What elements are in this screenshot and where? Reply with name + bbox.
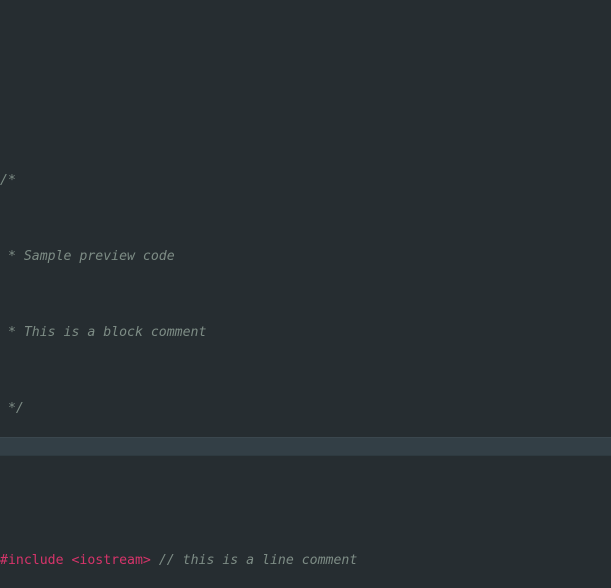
line-comment-text: // this is a line comment	[158, 553, 358, 568]
code-line[interactable]: /*	[0, 171, 611, 190]
block-comment-open: /*	[0, 173, 16, 188]
code-line[interactable]: * Sample preview code	[0, 247, 611, 266]
block-comment-close: */	[0, 401, 24, 416]
comment-text: Sample preview code	[23, 249, 175, 264]
comment-star: *	[0, 249, 24, 264]
code-content[interactable]: /* * Sample preview code * This is a blo…	[0, 114, 611, 588]
line-comment	[151, 553, 159, 568]
comment-star: *	[0, 325, 24, 340]
code-line[interactable]: #include <iostream> // this is a line co…	[0, 551, 611, 570]
code-line[interactable]: * This is a block comment	[0, 323, 611, 342]
preprocessor-include-iostream: #include <iostream>	[0, 553, 151, 568]
code-line[interactable]: */	[0, 399, 611, 418]
code-line-blank[interactable]	[0, 475, 611, 494]
comment-text: This is a block comment	[23, 325, 207, 340]
code-editor[interactable]: /* * Sample preview code * This is a blo…	[0, 0, 611, 588]
